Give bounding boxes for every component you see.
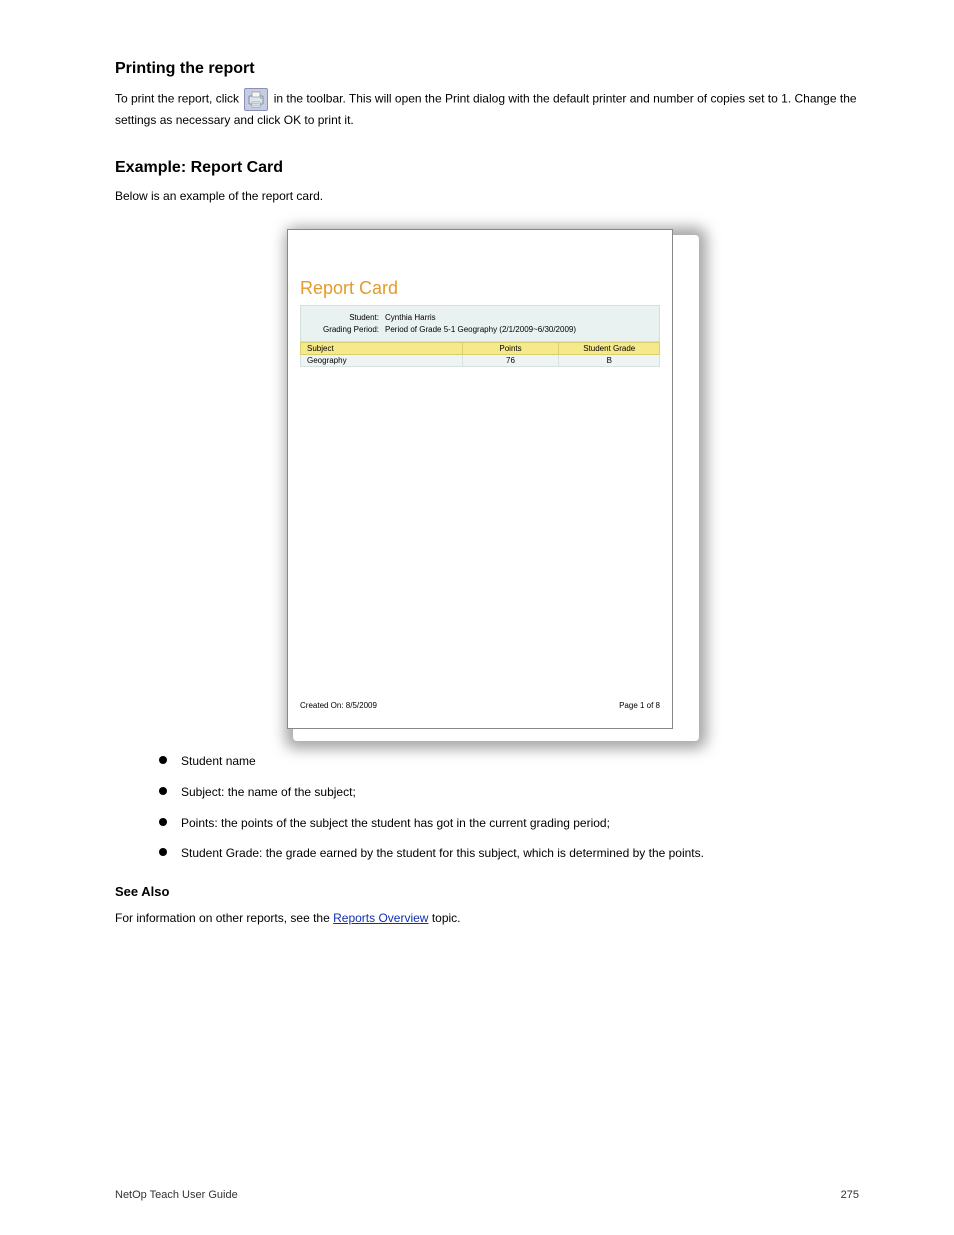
cell-subject: Geography [301,355,463,367]
print-instruction-pre: To print the report, click [115,92,242,106]
report-created-on: Created On: 8/5/2009 [300,701,377,710]
example-intro: Below is an example of the report card. [115,187,859,205]
list-item: Points: the points of the subject the st… [159,815,859,832]
see-also-pre: For information on other reports, see th… [115,911,333,925]
footer-page-number: 275 [841,1189,859,1201]
see-also-post: topic. [428,911,460,925]
col-points: Points [462,343,559,355]
report-table: Subject Points Student Grade Geography 7… [300,342,660,367]
cell-points: 76 [462,355,559,367]
see-also-heading: See Also [115,884,859,899]
see-also-paragraph: For information on other reports, see th… [115,909,859,927]
report-info-box: Student: Cynthia Harris Grading Period: … [300,305,660,342]
print-instruction-paragraph: To print the report, click in the toolba… [115,88,859,129]
report-card-preview: Report Card Student: Cynthia Harris Grad… [287,229,687,729]
report-page: Report Card Student: Cynthia Harris Grad… [287,229,673,729]
table-row: Geography 76 B [301,355,660,367]
section-heading-printing: Printing the report [115,60,859,78]
print-icon [244,88,268,111]
reports-overview-link[interactable]: Reports Overview [333,911,428,925]
bullet-list: Student name Subject: the name of the su… [159,753,859,862]
col-subject: Subject [301,343,463,355]
footer-doc-title: NetOp Teach User Guide [115,1189,238,1201]
report-footer: Created On: 8/5/2009 Page 1 of 8 [300,701,660,710]
grading-period-label: Grading Period: [307,325,385,334]
student-label: Student: [307,313,385,322]
list-item: Student Grade: the grade earned by the s… [159,845,859,862]
list-item: Student name [159,753,859,770]
student-value: Cynthia Harris [385,313,653,322]
list-item: Subject: the name of the subject; [159,784,859,801]
report-page-indicator: Page 1 of 8 [619,701,660,710]
section-heading-example: Example: Report Card [115,159,859,177]
report-title: Report Card [300,278,660,299]
grading-period-value: Period of Grade 5-1 Geography (2/1/2009~… [385,325,653,334]
cell-grade: B [559,355,660,367]
table-header-row: Subject Points Student Grade [301,343,660,355]
page-footer: NetOp Teach User Guide 275 [115,1181,859,1201]
col-grade: Student Grade [559,343,660,355]
